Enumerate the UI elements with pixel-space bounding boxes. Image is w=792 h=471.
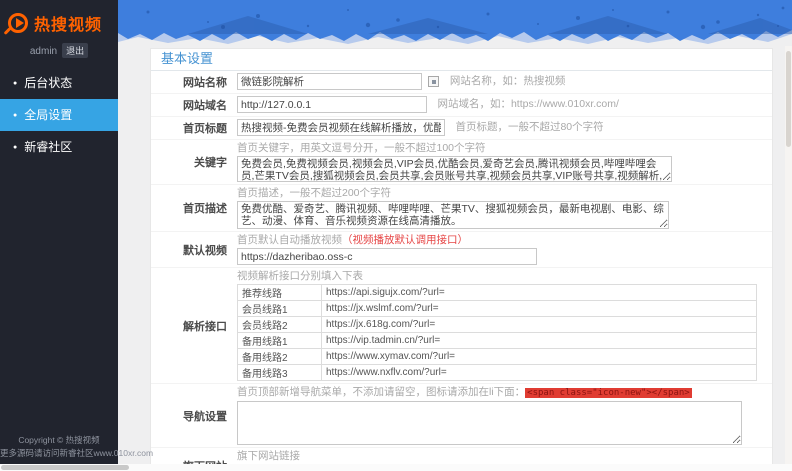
vertical-scrollbar[interactable] xyxy=(785,46,792,471)
keywords-textarea[interactable]: 免费会员,免费视频会员,视频会员,VIP会员,优酷会员,爱奇艺会员,腾讯视频会员… xyxy=(237,156,672,182)
bullet-icon: ● xyxy=(13,112,17,119)
home-title-label: 首页标题 xyxy=(151,120,237,136)
parse-api-label: 解析接口 xyxy=(151,318,237,334)
parse-line-url[interactable]: https://www.xymav.com/?url= xyxy=(322,349,757,365)
parse-line-row: 备用线路1 https://vip.tadmin.cn/?url= xyxy=(238,333,757,349)
logo: 热搜视频 xyxy=(0,0,118,40)
site-name-hint: 网站名称，如：热搜视频 xyxy=(450,75,566,88)
nav-icon-code-snippet: <span class="icon-new"></span> xyxy=(525,388,692,398)
sidebar-item-global-settings[interactable]: ● 全局设置 xyxy=(0,99,118,131)
site-domain-label: 网站域名 xyxy=(151,97,237,113)
parse-line-row: 备用线路2 https://www.xymav.com/?url= xyxy=(238,349,757,365)
parse-line-name: 推荐线路 xyxy=(238,285,322,301)
main-content: 基本设置 网站名称 网站名称，如：热搜视频 网站域名 网站域名，如：https:… xyxy=(118,0,792,471)
site-name-input[interactable] xyxy=(237,73,422,90)
parse-line-row: 会员线路1 https://jx.wslmf.com/?url= xyxy=(238,301,757,317)
form-row-keywords: 关键字 首页关键字，用英文逗号分开，一般不超过100个字符 免费会员,免费视频会… xyxy=(151,140,772,185)
sidebar-footer: Copyright © 热搜视频 更多源码请访问新睿社区www.010xr.co… xyxy=(0,434,118,460)
logout-button[interactable]: 退出 xyxy=(62,43,88,58)
home-title-hint: 首页标题，一般不超过80个字符 xyxy=(455,121,603,134)
play-search-icon xyxy=(8,13,28,33)
horizontal-scrollbar[interactable] xyxy=(0,464,792,471)
parse-line-name: 备用线路1 xyxy=(238,333,322,349)
parse-line-url[interactable]: https://jx.wslmf.com/?url= xyxy=(322,301,757,317)
panel-title: 基本设置 xyxy=(151,49,772,71)
nav-settings-textarea[interactable] xyxy=(237,401,742,445)
parse-line-row: 推荐线路 https://api.sigujx.com/?url= xyxy=(238,285,757,301)
nav-settings-hint: 首页顶部新增导航菜单，不添加请留空，图标请添加在li下面：<span class… xyxy=(237,386,764,400)
sidebar-item-label: 新睿社区 xyxy=(24,140,72,154)
site-domain-input[interactable] xyxy=(237,96,427,113)
vertical-scrollbar-thumb[interactable] xyxy=(786,51,791,147)
parse-line-row: 备用线路3 https://www.nxflv.com/?url= xyxy=(238,365,757,381)
form-row-nav-settings: 导航设置 首页顶部新增导航菜单，不添加请留空，图标请添加在li下面：<span … xyxy=(151,384,772,448)
parse-line-url[interactable]: https://jx.618g.com/?url= xyxy=(322,317,757,333)
sidebar-item-xinrui-community[interactable]: ● 新睿社区 xyxy=(0,131,118,163)
copyright-text: Copyright © 热搜视频 xyxy=(0,434,118,447)
sub-site-hint: 旗下网站链接 xyxy=(237,450,764,463)
parse-api-table: 推荐线路 https://api.sigujx.com/?url= 会员线路1 … xyxy=(237,284,757,381)
parse-line-name: 备用线路2 xyxy=(238,349,322,365)
community-link-text: 更多源码请访问新睿社区www.010xr.com xyxy=(0,447,118,460)
autofill-box-icon xyxy=(428,76,439,87)
keywords-label: 关键字 xyxy=(151,154,237,170)
parse-line-name: 会员线路1 xyxy=(238,301,322,317)
sidebar-item-label: 全局设置 xyxy=(24,108,72,122)
default-video-input[interactable] xyxy=(237,248,537,265)
basic-settings-panel: 基本设置 网站名称 网站名称，如：热搜视频 网站域名 网站域名，如：https:… xyxy=(150,48,773,471)
logo-text: 热搜视频 xyxy=(34,11,102,35)
bullet-icon: ● xyxy=(13,80,17,87)
sidebar: 热搜视频 admin 退出 ● 后台状态 ● 全局设置 ● 新睿社区 Copyright… xyxy=(0,0,118,471)
description-textarea[interactable]: 免费优酷、爱奇艺、腾讯视频、哔哩哔哩、芒果TV、搜狐视频会员，最新电视剧、电影、… xyxy=(237,201,669,229)
sidebar-nav: ● 后台状态 ● 全局设置 ● 新睿社区 xyxy=(0,67,118,163)
form-row-home-title: 首页标题 首页标题，一般不超过80个字符 xyxy=(151,117,772,140)
default-video-hint-gray: 首页默认自动播放视频 xyxy=(237,234,342,246)
description-hint: 首页描述，一般不超过200个字符 xyxy=(237,187,764,200)
form-row-parse-api: 解析接口 视频解析接口分别填入下表 推荐线路 https://api.siguj… xyxy=(151,268,772,384)
parse-line-url[interactable]: https://api.sigujx.com/?url= xyxy=(322,285,757,301)
parse-line-row: 会员线路2 https://jx.618g.com/?url= xyxy=(238,317,757,333)
default-video-hint-red: （视频播放默认调用接口） xyxy=(342,234,468,246)
form-row-description: 首页描述 首页描述，一般不超过200个字符 免费优酷、爱奇艺、腾讯视频、哔哩哔哩… xyxy=(151,185,772,232)
parse-line-url[interactable]: https://vip.tadmin.cn/?url= xyxy=(322,333,757,349)
nav-hint-text: 首页顶部新增导航菜单，不添加请留空，图标请添加在li下面： xyxy=(237,386,525,398)
home-title-input[interactable] xyxy=(237,119,445,136)
default-video-label: 默认视频 xyxy=(151,242,237,258)
bullet-icon: ● xyxy=(13,144,17,151)
nav-settings-label: 导航设置 xyxy=(151,408,237,424)
form-row-site-domain: 网站域名 网站域名，如：https://www.010xr.com/ xyxy=(151,94,772,117)
user-bar: admin 退出 xyxy=(0,40,118,67)
form-row-default-video: 默认视频 首页默认自动播放视频（视频播放默认调用接口） xyxy=(151,232,772,268)
parse-line-name: 会员线路2 xyxy=(238,317,322,333)
username: admin xyxy=(30,46,57,57)
app-root: 热搜视频 admin 退出 ● 后台状态 ● 全局设置 ● 新睿社区 Copyright… xyxy=(0,0,792,471)
description-label: 首页描述 xyxy=(151,200,237,216)
default-video-hint: 首页默认自动播放视频（视频播放默认调用接口） xyxy=(237,234,764,247)
site-name-label: 网站名称 xyxy=(151,74,237,90)
form-row-site-name: 网站名称 网站名称，如：热搜视频 xyxy=(151,71,772,94)
horizontal-scrollbar-thumb[interactable] xyxy=(1,465,129,470)
parse-line-name: 备用线路3 xyxy=(238,365,322,381)
sidebar-item-backend-status[interactable]: ● 后台状态 xyxy=(0,67,118,99)
keywords-hint: 首页关键字，用英文逗号分开，一般不超过100个字符 xyxy=(237,142,764,155)
parse-line-url[interactable]: https://www.nxflv.com/?url= xyxy=(322,365,757,381)
site-domain-hint: 网站域名，如：https://www.010xr.com/ xyxy=(437,98,618,111)
sidebar-item-label: 后台状态 xyxy=(24,76,72,90)
parse-api-hint: 视频解析接口分别填入下表 xyxy=(237,270,764,283)
header-wave-decoration xyxy=(118,0,792,46)
